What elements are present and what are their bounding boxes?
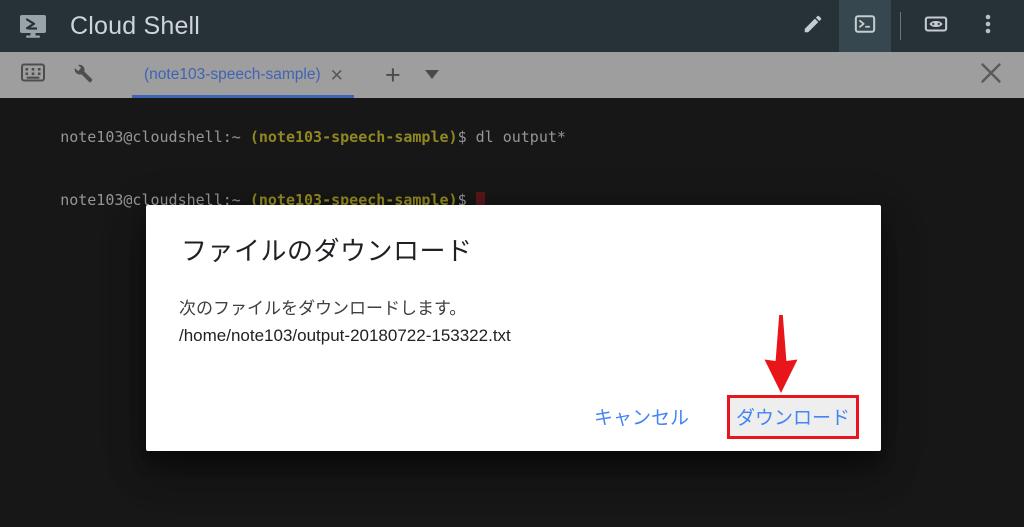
keyboard-button[interactable] xyxy=(14,56,52,94)
tab-toolbar: (note103-speech-sample) ✕ + xyxy=(0,52,1024,98)
download-button-highlight: ダウンロード xyxy=(727,394,859,439)
cloud-shell-monitor-icon xyxy=(18,13,48,39)
dialog-title: ファイルのダウンロード xyxy=(181,236,473,266)
open-terminal-button[interactable] xyxy=(839,0,891,52)
new-tab-button[interactable]: + xyxy=(378,61,408,89)
tab-note103-speech-sample[interactable]: (note103-speech-sample) ✕ xyxy=(132,52,354,98)
tab-menu-button[interactable] xyxy=(420,66,444,84)
terminal-icon xyxy=(854,13,876,40)
web-preview-button[interactable] xyxy=(910,0,962,52)
dialog-message: 次のファイルをダウンロードします。 xyxy=(179,299,467,318)
settings-wrench-button[interactable] xyxy=(64,56,102,94)
web-preview-icon xyxy=(924,13,948,40)
dialog-actions: キャンセル ダウンロード xyxy=(580,393,859,440)
header-divider xyxy=(900,12,901,40)
cloud-shell-window: Cloud Shell (note103-speech-sample) ✕ + … xyxy=(0,0,1024,527)
app-title: Cloud Shell xyxy=(70,11,201,40)
cancel-button[interactable]: キャンセル xyxy=(580,393,703,440)
download-file-dialog: ファイルのダウンロード 次のファイルをダウンロードします。 /home/note… xyxy=(146,205,881,451)
more-options-button[interactable] xyxy=(962,0,1014,52)
close-icon xyxy=(980,62,1002,89)
app-header: Cloud Shell xyxy=(0,0,1024,52)
pencil-edit-icon xyxy=(802,13,824,40)
wrench-icon xyxy=(72,62,94,89)
keyboard-icon xyxy=(21,63,45,87)
header-actions xyxy=(787,0,1024,52)
close-shell-button[interactable] xyxy=(974,58,1008,92)
dialog-file-path: /home/note103/output-20180722-153322.txt xyxy=(179,326,511,345)
more-vert-icon xyxy=(985,12,991,41)
download-button[interactable]: ダウンロード xyxy=(730,402,856,431)
open-editor-button[interactable] xyxy=(787,0,839,52)
tab-close-icon[interactable]: ✕ xyxy=(330,67,344,84)
dialog-body: 次のファイルをダウンロードします。 /home/note103/output-2… xyxy=(179,295,511,349)
tab-label: (note103-speech-sample) xyxy=(144,66,321,83)
caret-down-icon xyxy=(424,66,439,84)
